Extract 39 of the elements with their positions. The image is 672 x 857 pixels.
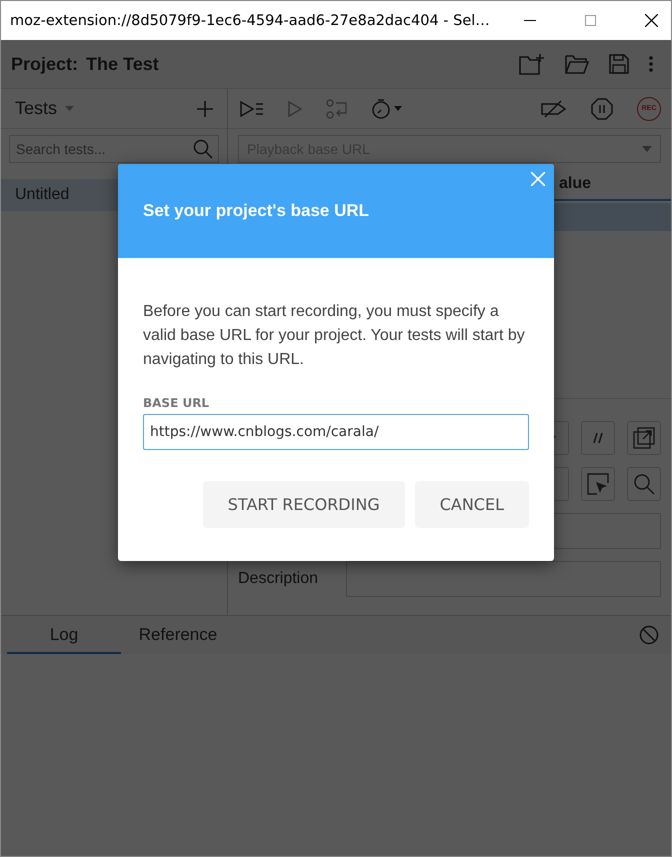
new-folder-icon[interactable]: [519, 53, 545, 75]
search-icon[interactable]: [193, 139, 213, 159]
window-title: moz-extension://8d5079f9-1ec6-4594-aad6-27e8a2dac404 - Sel…: [10, 12, 490, 28]
base-url-field[interactable]: https://www.cnblogs.com/carala/: [143, 414, 529, 450]
select-target-button[interactable]: [581, 467, 615, 501]
open-window-button[interactable]: [627, 421, 661, 455]
minimize-icon[interactable]: [524, 20, 536, 22]
panel-tab[interactable]: Reference: [121, 616, 235, 654]
project-name: The Test: [86, 54, 159, 74]
caret-icon[interactable]: [65, 106, 74, 111]
breakpoint-icon[interactable]: [541, 100, 567, 118]
pause-icon[interactable]: [591, 98, 613, 120]
close-icon[interactable]: [645, 14, 658, 27]
dropdown-caret-icon[interactable]: [642, 146, 652, 152]
folder-icon[interactable]: [565, 54, 589, 74]
description-label: Description: [237, 570, 320, 588]
clear-icon[interactable]: [639, 625, 659, 645]
column-header: alue: [558, 175, 591, 193]
project-label: Project:: [11, 54, 78, 74]
pointer-icon: [587, 473, 609, 495]
add-icon[interactable]: [197, 100, 213, 116]
maximize-icon[interactable]: [585, 15, 596, 26]
start-recording-button[interactable]: START RECORDING: [202, 481, 405, 528]
play-icon[interactable]: [288, 100, 302, 116]
description-field[interactable]: [346, 561, 661, 597]
open-window-icon: [633, 427, 655, 449]
timer-icon[interactable]: [372, 98, 402, 118]
more-icon[interactable]: [649, 56, 653, 72]
step-icon[interactable]: [326, 98, 348, 118]
find-button[interactable]: [627, 467, 661, 501]
tests-title[interactable]: Tests: [15, 98, 58, 119]
dialog-message: Before you can start recording, you must specify a valid base URL for your project. Your tests will start by navigating to this URL.: [143, 302, 526, 370]
comment-slashes-icon: [593, 432, 603, 444]
comment-button[interactable]: [581, 421, 615, 455]
save-icon[interactable]: [609, 54, 629, 74]
search-icon: [633, 473, 655, 495]
run-all-icon[interactable]: [240, 100, 264, 116]
cancel-button[interactable]: CANCEL: [414, 481, 529, 528]
field-label: BASE URL: [143, 396, 210, 410]
